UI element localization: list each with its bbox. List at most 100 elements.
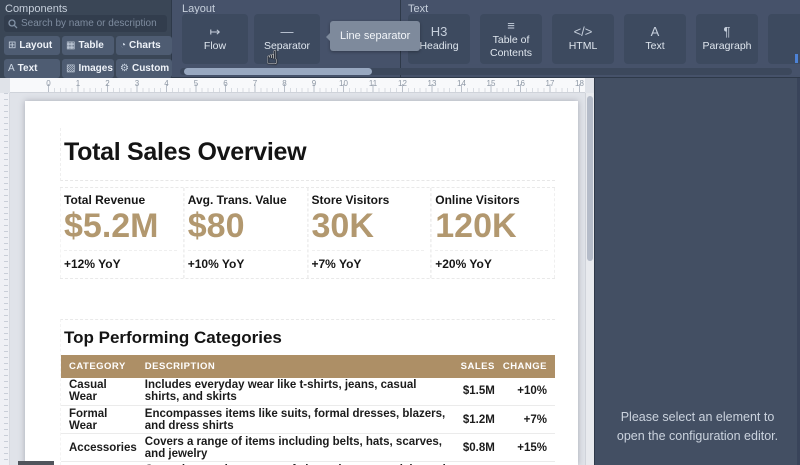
cell-category: Casual Wear xyxy=(69,379,107,404)
canvas-scrollbar-track[interactable] xyxy=(585,93,594,465)
metric-total-revenue[interactable]: Total Revenue $5.2M +12% YoY xyxy=(60,188,184,278)
metric-store-visitors[interactable]: Store Visitors 30K +7% YoY xyxy=(307,188,432,278)
separator-line-icon: — xyxy=(280,24,294,40)
text-component-button[interactable]: A Text xyxy=(624,14,686,64)
metric-online-visitors[interactable]: Online Visitors 120K +20% YoY xyxy=(431,188,555,278)
ruler-number: 3 xyxy=(134,79,140,88)
metric-label: Online Visitors xyxy=(435,193,520,207)
category-images-button[interactable]: ▨ Images xyxy=(62,59,114,78)
cell-sales: $0.8M xyxy=(462,441,495,454)
ruler-number: 12 xyxy=(398,79,407,88)
ruler-number: 14 xyxy=(457,79,466,88)
ruler-number: 10 xyxy=(339,79,348,88)
column-header-sales: SALES xyxy=(460,360,495,372)
metric-change: +7% YoY xyxy=(311,256,362,271)
html-component-button[interactable]: </> HTML xyxy=(552,14,614,64)
list-icon: ≡ xyxy=(507,18,515,34)
metric-avg-trans-value[interactable]: Avg. Trans. Value $80 +10% YoY xyxy=(183,188,308,278)
components-panel: Components ⊞Layout ▦Table ◔Charts AText … xyxy=(0,0,172,78)
flow-component-button[interactable]: ↦ Flow xyxy=(182,14,248,64)
cell-description: Covers a range of items including belts,… xyxy=(144,435,442,460)
search-icon xyxy=(8,18,18,28)
ruler-number: 18 xyxy=(575,79,584,88)
top-toolbar: Components ⊞Layout ▦Table ◔Charts AText … xyxy=(0,0,800,78)
paragraph-label: Paragraph xyxy=(702,40,752,53)
ruler-number: 11 xyxy=(368,79,378,88)
table-icon: ▦ xyxy=(66,40,76,51)
text-label: Text xyxy=(645,40,665,53)
column-header-category: CATEGORY xyxy=(69,360,126,372)
ruler-number: 6 xyxy=(223,79,228,88)
category-charts-button[interactable]: ◔ Charts xyxy=(116,36,172,55)
category-text-button[interactable]: A Text xyxy=(4,59,60,78)
cell-change: +7% xyxy=(523,413,547,426)
cell-category: Formal Wear xyxy=(69,407,108,432)
ruler-number: 8 xyxy=(282,79,287,88)
categories-table[interactable]: CATEGORY DESCRIPTION SALES CHANGE Casual… xyxy=(61,354,555,465)
mouse-cursor-icon: ☝ xyxy=(266,47,278,69)
category-table-button[interactable]: ▦ Table xyxy=(62,36,114,55)
html-label: HTML xyxy=(568,40,598,53)
cell-change: +10% xyxy=(517,385,547,398)
pilcrow-icon: ¶ xyxy=(723,24,731,40)
ruler-number: 4 xyxy=(164,79,169,88)
cell-category: Accessories xyxy=(69,441,137,454)
paragraph-component-button[interactable]: ¶ Paragraph xyxy=(696,14,758,64)
toc-label: Table of Contents xyxy=(489,34,533,59)
horizontal-ruler: 0 1 2 3 4 5 6 7 8 9 10 11 12 13 14 15 16 17 18 xyxy=(10,78,585,93)
flow-label: Flow xyxy=(203,40,227,53)
code-icon: </> xyxy=(573,24,593,40)
component-search[interactable] xyxy=(4,15,167,32)
clipped-page-element xyxy=(18,461,54,465)
text-a-icon: A xyxy=(8,63,15,74)
category-label: Text xyxy=(17,63,38,74)
table-row[interactable]: Casual Wear Includes everyday wear like … xyxy=(61,378,555,406)
configuration-panel: Please select an element to open the con… xyxy=(594,78,800,465)
search-input[interactable] xyxy=(21,18,163,29)
empty-selection-message: Please select an element to open the con… xyxy=(616,410,779,443)
table-row[interactable]: Accessories Covers a range of items incl… xyxy=(61,434,555,462)
report-page[interactable]: Total Sales Overview Total Revenue $5.2M… xyxy=(25,101,578,465)
ruler-number: 9 xyxy=(311,79,317,88)
metric-value: 30K xyxy=(311,208,425,251)
ruler-number: 16 xyxy=(516,79,525,88)
table-header: CATEGORY DESCRIPTION SALES CHANGE xyxy=(61,354,555,378)
metric-label: Total Revenue xyxy=(64,193,146,207)
cell-sales: $1.2M xyxy=(462,413,495,426)
category-label: Layout xyxy=(19,40,53,51)
metric-change: +12% YoY xyxy=(64,256,121,271)
title-block[interactable]: Total Sales Overview xyxy=(60,128,555,181)
ruler-number: 13 xyxy=(427,79,437,88)
canvas-scrollbar-thumb[interactable] xyxy=(587,96,593,261)
ruler-number: 0 xyxy=(46,79,51,88)
ruler-number: 15 xyxy=(486,79,496,88)
vertical-spacer xyxy=(60,279,555,319)
category-layout-button[interactable]: ⊞ Layout xyxy=(4,36,60,55)
categories-title: Top Performing Categories xyxy=(64,327,282,347)
table-of-contents-component-button[interactable]: ≡ Table of Contents xyxy=(480,14,542,64)
vertical-ruler xyxy=(0,93,10,465)
categories-section[interactable]: Top Performing Categories CATEGORY DESCR… xyxy=(60,318,555,465)
toolbar-scrollbar-track[interactable] xyxy=(180,68,792,75)
category-label: Images xyxy=(78,63,113,74)
cell-description: Encompasses items like suits, formal dre… xyxy=(144,407,446,432)
metric-label: Store Visitors xyxy=(311,193,390,207)
metric-value: 120K xyxy=(435,208,548,251)
line-separator-tooltip: Line separator xyxy=(325,21,421,51)
category-label: Custom xyxy=(131,63,170,74)
document-body: Total Sales Overview Total Revenue $5.2M… xyxy=(60,128,555,465)
category-label: Charts xyxy=(129,40,161,51)
editor-canvas: 0 1 2 3 4 5 6 7 8 9 10 11 12 13 14 15 16 17 18 Total Sales… xyxy=(0,78,594,465)
scroll-accent-mark xyxy=(795,54,798,63)
separator-component-button[interactable]: — Separator xyxy=(254,14,320,64)
table-row[interactable]: Formal Wear Encompasses items like suits… xyxy=(61,406,555,434)
ruler-number: 17 xyxy=(545,79,555,88)
cell-sales: $1.5M xyxy=(462,385,495,398)
metric-change: +10% YoY xyxy=(187,256,245,271)
toolbar-scrollbar-thumb[interactable] xyxy=(184,68,372,75)
gear-icon: ⚙ xyxy=(120,63,129,74)
category-custom-button[interactable]: ⚙ Custom xyxy=(116,59,172,78)
ruler-number: 1 xyxy=(75,79,81,88)
text-a-icon: A xyxy=(650,24,660,40)
ruler-number: 2 xyxy=(105,79,110,88)
